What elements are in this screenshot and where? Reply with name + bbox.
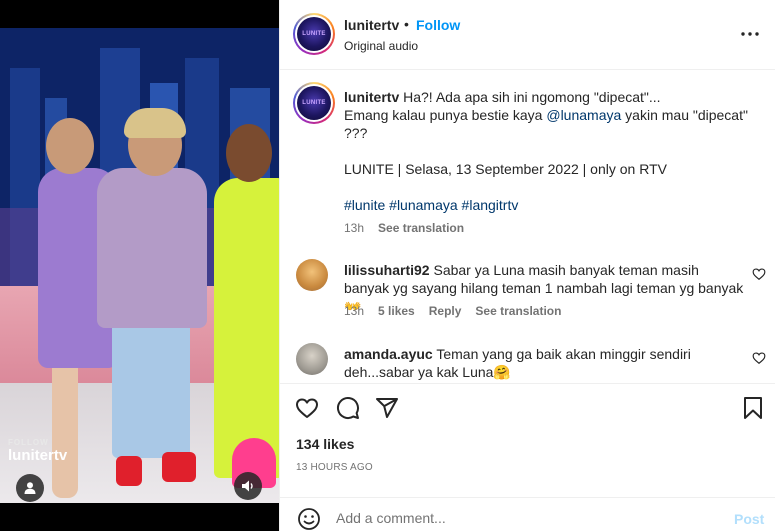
more-horizontal-icon xyxy=(741,32,759,36)
comment-likes-count[interactable]: 5 likes xyxy=(378,304,415,318)
emoji-button[interactable] xyxy=(296,506,322,531)
user-tags-button[interactable] xyxy=(16,474,44,502)
heart-icon xyxy=(296,398,318,418)
watermark-follow: FOLLOW xyxy=(8,438,49,447)
add-comment-bar: Post xyxy=(280,497,775,531)
separator-dot: • xyxy=(404,16,409,32)
comments-list[interactable]: LUNITE lunitertv Ha?! Ada apa sih ini ng… xyxy=(280,71,775,383)
share-icon xyxy=(376,398,398,418)
mention-link[interactable]: @lunamaya xyxy=(546,107,621,123)
post-header: LUNITE lunitertv • Follow Original audio xyxy=(280,0,775,70)
comment-item: amanda.ayuc Teman yang ga baik akan ming… xyxy=(344,345,744,381)
author-username[interactable]: lunitertv xyxy=(344,17,399,33)
caption-username[interactable]: lunitertv xyxy=(344,89,399,105)
see-translation-button[interactable]: See translation xyxy=(475,304,561,318)
bookmark-icon xyxy=(744,397,762,419)
commenter-avatar[interactable] xyxy=(296,343,328,375)
person-center-shoe xyxy=(162,452,196,482)
author-avatar[interactable]: LUNITE xyxy=(293,13,335,55)
video-frame[interactable] xyxy=(0,28,279,503)
avatar-logo-text: LUNITE xyxy=(302,31,326,37)
emoji-icon xyxy=(298,508,320,530)
post-actions-bar xyxy=(280,383,775,431)
comment-input[interactable] xyxy=(336,510,706,526)
comment-username[interactable]: lilissuharti92 xyxy=(344,262,430,278)
caption-line-1: Ha?! Ada apa sih ini ngomong "dipecat"..… xyxy=(403,89,661,105)
caption-timestamp[interactable]: 13h xyxy=(344,221,364,235)
video-watermark: FOLLOW lunitertv xyxy=(8,438,67,464)
person-left-head xyxy=(46,118,94,174)
person-right-head xyxy=(226,124,272,182)
post-details-panel: LUNITE lunitertv • Follow Original audio… xyxy=(279,0,775,531)
follow-button[interactable]: Follow xyxy=(416,17,460,33)
like-button[interactable] xyxy=(294,395,320,421)
caption-line-3: ??? xyxy=(344,125,368,141)
person-right xyxy=(214,178,279,478)
comment-username[interactable]: amanda.ayuc xyxy=(344,346,433,362)
post-comment-button[interactable]: Post xyxy=(734,511,764,527)
person-center-shoe xyxy=(116,456,142,486)
avatar-logo-text: LUNITE xyxy=(302,100,326,106)
caption-line-4: LUNITE | Selasa, 13 September 2022 | onl… xyxy=(344,161,667,177)
caption-line-2-end: yakin mau "dipecat" xyxy=(621,107,748,123)
see-translation-button[interactable]: See translation xyxy=(378,221,464,235)
comment-icon xyxy=(337,397,359,420)
watermark-name: lunitertv xyxy=(8,447,68,464)
comment-like-heart-icon[interactable] xyxy=(752,351,766,365)
hashtag-link[interactable]: #lunamaya xyxy=(389,197,458,213)
save-button[interactable] xyxy=(740,395,766,421)
caption-line-2-start: Emang kalau punya bestie kaya xyxy=(344,107,547,123)
hashtag-link[interactable]: #langitrtv xyxy=(462,197,519,213)
comment-button[interactable] xyxy=(335,395,361,421)
likes-count[interactable]: 134 likes xyxy=(296,436,354,452)
person-center-hair xyxy=(124,108,186,138)
mute-button[interactable] xyxy=(234,472,262,500)
share-button[interactable] xyxy=(374,395,400,421)
person-center xyxy=(97,168,207,328)
post-caption: lunitertv Ha?! Ada apa sih ini ngomong "… xyxy=(344,88,764,214)
person-center-jeans xyxy=(112,318,190,458)
hashtag-link[interactable]: #lunite xyxy=(344,197,385,213)
person-left-leg xyxy=(52,358,78,498)
user-tag-icon xyxy=(24,482,36,494)
post-media[interactable]: FOLLOW lunitertv xyxy=(0,0,279,531)
comment-timestamp[interactable]: 13h xyxy=(344,304,364,318)
caption-author-avatar[interactable]: LUNITE xyxy=(293,82,335,124)
commenter-avatar[interactable] xyxy=(296,259,328,291)
reply-button[interactable]: Reply xyxy=(429,304,462,318)
comment-meta: 13h 5 likes Reply See translation xyxy=(344,304,561,318)
speaker-icon xyxy=(242,480,253,492)
caption-meta: 13h See translation xyxy=(344,221,464,235)
more-options-button[interactable] xyxy=(738,24,762,44)
original-audio-link[interactable]: Original audio xyxy=(344,39,418,53)
comment-like-heart-icon[interactable] xyxy=(752,267,766,281)
post-timestamp[interactable]: 13 HOURS AGO xyxy=(296,462,373,473)
